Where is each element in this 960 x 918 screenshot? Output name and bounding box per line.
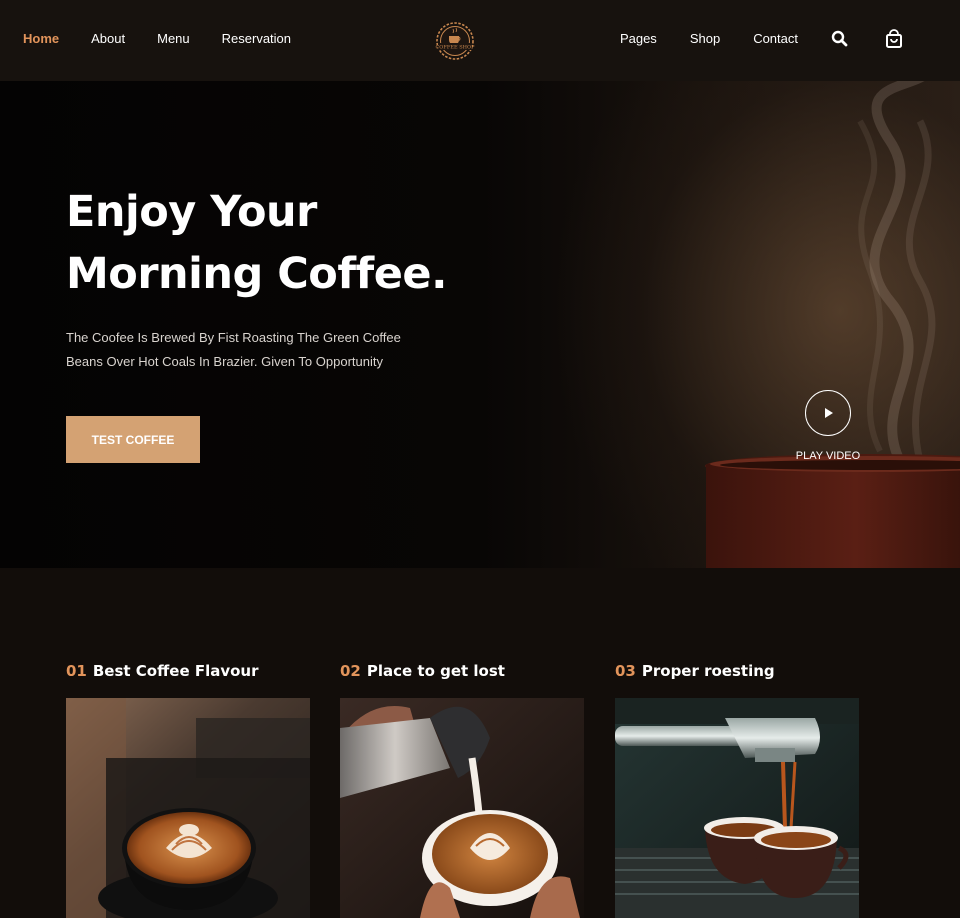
test-coffee-button[interactable]: TEST COFFEE xyxy=(66,416,200,463)
shopping-bag-icon[interactable] xyxy=(884,29,904,49)
nav-shop[interactable]: Shop xyxy=(690,31,720,46)
svg-text:COFFEE SHOP: COFFEE SHOP xyxy=(435,45,475,51)
search-icon[interactable] xyxy=(830,29,850,49)
hero-title-line2: Morning Coffee. xyxy=(66,249,447,299)
feature-number: 03 xyxy=(615,662,636,680)
feature-card-1: 01 Best Coffee Flavour xyxy=(66,568,310,918)
nav-contact[interactable]: Contact xyxy=(753,31,798,46)
hero-desc-line1: The Coofee Is Brewed By Fist Roasting Th… xyxy=(66,330,401,345)
coffee-shop-logo[interactable]: COFFEE SHOP xyxy=(430,17,480,61)
feature-card-3: 03 Proper roesting xyxy=(615,568,859,918)
hero-title: Enjoy Your Morning Coffee. xyxy=(66,181,526,305)
nav-menu[interactable]: Menu xyxy=(157,31,190,46)
feature-number: 02 xyxy=(340,662,361,680)
espresso-machine-image[interactable] xyxy=(615,698,859,918)
feature-card-2: 02 Place to get lost xyxy=(340,568,584,918)
feature-title: Place to get lost xyxy=(366,662,505,680)
nav-pages[interactable]: Pages xyxy=(620,31,657,46)
feature-heading: 02 Place to get lost xyxy=(340,662,505,680)
hero-description: The Coofee Is Brewed By Fist Roasting Th… xyxy=(66,326,426,374)
coffee-cup-image xyxy=(705,454,960,568)
nav-home[interactable]: Home xyxy=(23,31,59,46)
nav-reservation[interactable]: Reservation xyxy=(222,31,291,46)
feature-number: 01 xyxy=(66,662,87,680)
play-video-button[interactable] xyxy=(805,390,851,436)
hero-section: Enjoy Your Morning Coffee. The Coofee Is… xyxy=(0,81,960,568)
hero-title-line1: Enjoy Your xyxy=(66,187,317,237)
latte-art-image[interactable] xyxy=(66,698,310,918)
site-header: Home About Menu Reservation COFFEE SHOP … xyxy=(0,0,960,81)
features-section: 01 Best Coffee Flavour 02 Place to get l… xyxy=(0,568,960,918)
feature-title: Best Coffee Flavour xyxy=(92,662,259,680)
primary-nav-left: Home About Menu Reservation xyxy=(23,31,323,46)
primary-nav-right: Pages Shop Contact xyxy=(587,31,798,46)
nav-about[interactable]: About xyxy=(91,31,125,46)
play-icon xyxy=(825,408,833,418)
pouring-latte-image[interactable] xyxy=(340,698,584,918)
feature-heading: 01 Best Coffee Flavour xyxy=(66,662,259,680)
feature-title: Proper roesting xyxy=(641,662,775,680)
hero-desc-line2: Beans Over Hot Coals In Brazier. Given T… xyxy=(66,354,383,369)
play-video-label[interactable]: PLAY VIDEO xyxy=(790,450,866,462)
feature-heading: 03 Proper roesting xyxy=(615,662,775,680)
